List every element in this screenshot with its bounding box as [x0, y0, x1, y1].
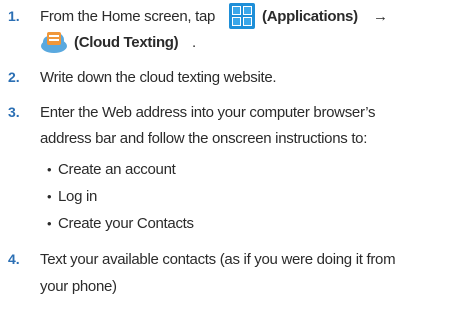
step-1-text: From the Home screen, tap — [40, 8, 216, 25]
step-3-line-1: Enter the Web address into your computer… — [40, 104, 376, 121]
step-number: 3. — [8, 104, 20, 120]
step-2-text: Write down the cloud texting website. — [40, 69, 277, 86]
applications-grid-icon — [229, 3, 255, 34]
bullet-text: Create your Contacts — [58, 215, 194, 232]
bullet-text: Log in — [58, 188, 98, 205]
applications-label: (Applications) — [262, 8, 358, 25]
instruction-document: 1. From the Home screen, tap (Applicatio… — [0, 0, 459, 320]
bullet-text: Create an account — [58, 161, 176, 178]
step-number: 2. — [8, 69, 20, 85]
step-3-line-2: address bar and follow the onscreen inst… — [40, 130, 368, 147]
step-number: 4. — [8, 251, 20, 267]
cloud-texting-icon — [40, 30, 68, 59]
cropped-top-line — [40, 0, 340, 2]
step-4-line-2: your phone) — [40, 278, 117, 295]
step-4-line-1: Text your available contacts (as if you … — [40, 251, 396, 268]
step-1-period: . — [192, 34, 196, 51]
arrow-glyph: → — [373, 8, 388, 25]
step-number: 1. — [8, 8, 20, 24]
cloud-texting-label: (Cloud Texting) — [74, 34, 179, 51]
